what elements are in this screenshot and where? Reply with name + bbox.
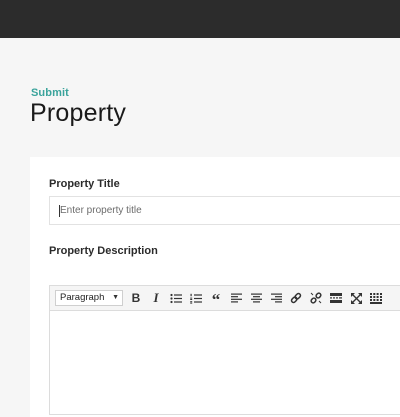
property-title-label: Property Title xyxy=(49,178,120,190)
fullscreen-button[interactable] xyxy=(348,290,364,306)
align-left-button[interactable] xyxy=(228,290,244,306)
bold-button[interactable]: B xyxy=(128,290,144,306)
text-cursor xyxy=(59,205,60,217)
align-left-icon xyxy=(230,293,242,303)
align-right-button[interactable] xyxy=(268,290,284,306)
italic-button[interactable]: I xyxy=(148,290,164,306)
top-navigation-bar xyxy=(0,0,400,38)
unlink-icon xyxy=(310,292,322,304)
read-more-icon xyxy=(330,293,342,303)
align-center-icon xyxy=(250,293,262,303)
page-subtitle: Submit xyxy=(31,87,69,99)
read-more-button[interactable] xyxy=(328,290,344,306)
editor-content-area[interactable] xyxy=(50,311,400,416)
link-icon xyxy=(290,292,302,304)
insert-link-button[interactable] xyxy=(288,290,304,306)
numbered-list-icon xyxy=(190,293,202,304)
description-editor[interactable]: Paragraph ▼ B I “ xyxy=(49,285,400,415)
toolbar-toggle-button[interactable] xyxy=(368,290,384,306)
numbered-list-button[interactable] xyxy=(188,290,204,306)
property-description-label: Property Description xyxy=(49,245,158,257)
dropdown-arrow-icon: ▼ xyxy=(112,294,119,301)
property-title-input[interactable] xyxy=(49,196,400,225)
align-center-button[interactable] xyxy=(248,290,264,306)
paragraph-format-select[interactable]: Paragraph ▼ xyxy=(55,290,123,306)
align-right-icon xyxy=(270,293,282,303)
editor-toolbar: Paragraph ▼ B I “ xyxy=(50,286,400,311)
bullet-list-icon xyxy=(170,293,182,303)
bullet-list-button[interactable] xyxy=(168,290,184,306)
page-title: Property xyxy=(30,99,127,127)
blockquote-button[interactable]: “ xyxy=(208,290,224,309)
fullscreen-icon xyxy=(350,292,362,304)
keyboard-icon xyxy=(370,292,382,304)
remove-link-button[interactable] xyxy=(308,290,324,306)
paragraph-format-value: Paragraph xyxy=(60,292,105,303)
